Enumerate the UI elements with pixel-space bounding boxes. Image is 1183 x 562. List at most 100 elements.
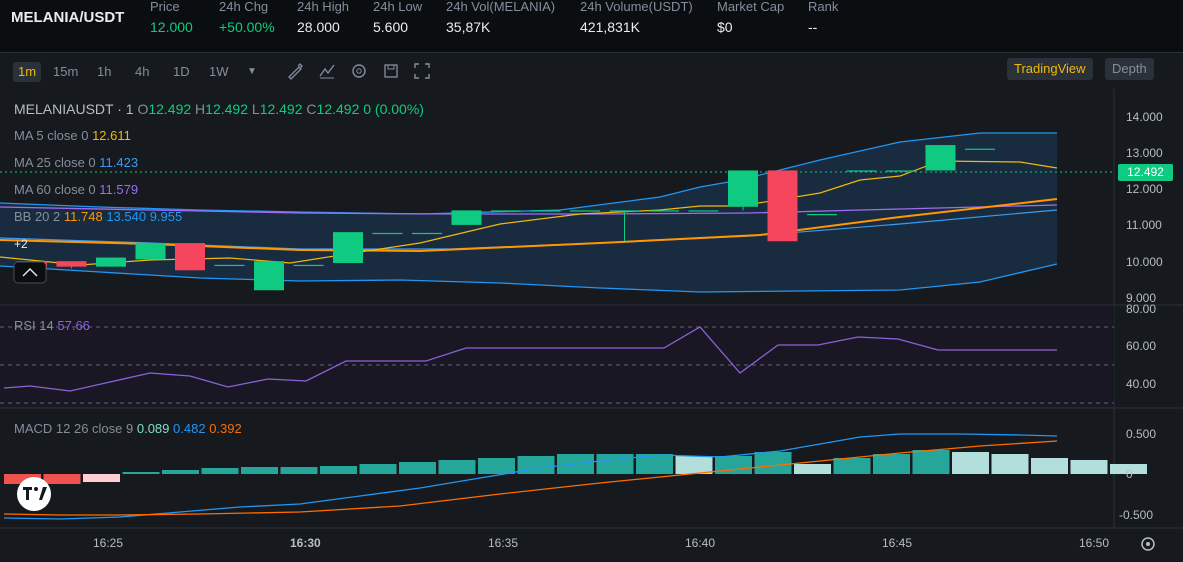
low-value: 12.492	[259, 101, 303, 117]
macd-histogram-bar	[794, 464, 831, 474]
price-axis-tick: 13.000	[1126, 146, 1163, 160]
ma25-value: 11.423	[99, 155, 139, 170]
symbol-interval: MELANIAUSDT · 1	[14, 101, 134, 117]
rsi-axis-tick: 60.00	[1126, 339, 1157, 353]
macd-histogram-bar	[478, 458, 515, 474]
ma5-label: MA 5 close 0	[14, 128, 89, 143]
bollinger-lower-value: 9.955	[149, 209, 183, 224]
open-label: O	[137, 101, 149, 117]
price-axis-tick: 14.000	[1126, 110, 1163, 124]
macd-histogram-bar	[43, 474, 81, 484]
macd-histogram-bar	[991, 454, 1029, 474]
candle-body	[925, 145, 956, 171]
candle-body	[254, 261, 284, 291]
candle-body	[807, 214, 837, 216]
candle-body	[886, 170, 916, 172]
macd-histogram-bar	[83, 474, 120, 482]
macd-histogram-bar	[320, 466, 357, 474]
scroll-up-button[interactable]	[13, 261, 47, 284]
candle-body	[649, 210, 679, 212]
macd-histogram-bar	[873, 454, 910, 474]
bollinger-legend[interactable]: BB 20 2 11.748 13.540 9.955	[14, 209, 182, 224]
macd-label: MACD 12 26 close 9	[14, 421, 134, 436]
collapsed-indicators-badge[interactable]: +2	[14, 237, 28, 251]
macd-axis-tick: -0.500	[1119, 508, 1154, 522]
macd-histogram-bar	[833, 458, 871, 474]
candle-body	[965, 148, 995, 150]
macd-histogram-bar	[912, 450, 950, 474]
candle-body	[214, 264, 245, 267]
ma60-value: 11.579	[99, 182, 139, 197]
current-price-badge: 12.492	[1118, 164, 1173, 181]
macd-histogram-bar	[241, 467, 278, 474]
rsi-axis-tick: 80.00	[1126, 302, 1157, 316]
macd-line-value: 0.482	[173, 421, 206, 436]
macd-histogram-bar	[399, 462, 436, 474]
low-label: L	[251, 101, 260, 117]
ma5-legend[interactable]: MA 5 close 0 12.611	[14, 128, 131, 143]
candle-body	[530, 210, 561, 212]
ma25-label: MA 25 close 0	[14, 155, 96, 170]
candle-body	[96, 257, 126, 267]
ma60-label: MA 60 close 0	[14, 182, 96, 197]
time-axis-tick: 16:30	[290, 536, 321, 550]
change-value: 0 (0.00%)	[363, 101, 424, 117]
candle-body	[333, 232, 363, 264]
macd-histogram-bar	[359, 464, 397, 474]
tradingview-logo	[17, 477, 51, 511]
candle-body	[135, 243, 166, 260]
rsi-legend[interactable]: RSI 14 57.66	[14, 318, 90, 333]
chart-settings-icon[interactable]	[1141, 537, 1155, 551]
rsi-label: RSI 14	[14, 318, 54, 333]
macd-histogram-bar	[952, 452, 989, 474]
ohlc-legend: MELANIAUSDT · 1 O12.492 H12.492 L12.492 …	[14, 101, 424, 117]
rsi-pane	[0, 306, 1114, 407]
candle-body	[767, 170, 798, 242]
candle-body	[293, 264, 324, 267]
candle-body	[451, 210, 482, 225]
candle-body	[728, 170, 758, 207]
candle-body	[609, 210, 640, 212]
price-axis-tick: 11.000	[1126, 218, 1162, 232]
price-axis-tick: 12.000	[1126, 182, 1163, 196]
macd-histogram-bar	[438, 460, 476, 474]
candle-body	[688, 210, 719, 212]
time-axis-tick: 16:50	[1079, 536, 1110, 550]
macd-histogram-bar	[1031, 458, 1068, 474]
macd-line	[3, 433, 1058, 520]
candle-body	[372, 232, 403, 235]
macd-legend[interactable]: MACD 12 26 close 9 0.089 0.482 0.392	[14, 421, 242, 436]
ma5-value: 12.611	[92, 128, 131, 143]
macd-histogram-bar	[201, 468, 239, 474]
macd-histogram-bar	[1070, 460, 1108, 474]
candle-body	[56, 261, 87, 267]
macd-histogram-bar	[754, 452, 792, 474]
candle-body	[570, 210, 600, 212]
bollinger-middle-value: 11.748	[63, 209, 103, 224]
close-value: 12.492	[316, 101, 360, 117]
macd-histogram-bar	[162, 470, 199, 474]
price-axis-tick: 10.000	[1126, 255, 1163, 269]
candle-body	[412, 232, 442, 235]
time-axis-tick: 16:45	[882, 536, 913, 550]
macd-histogram-bar	[675, 456, 713, 474]
candle-body	[491, 210, 521, 212]
open-value: 12.492	[148, 101, 192, 117]
macd-histogram-bar	[280, 467, 318, 474]
macd-histogram	[4, 450, 1147, 484]
price-chart[interactable]	[0, 0, 1183, 562]
macd-signal-value: 0.392	[209, 421, 242, 436]
candle-body	[846, 170, 877, 172]
ma60-legend[interactable]: MA 60 close 0 11.579	[14, 182, 138, 197]
macd-histogram-bar	[122, 472, 160, 474]
time-axis-tick: 16:25	[93, 536, 124, 550]
ma25-legend[interactable]: MA 25 close 0 11.423	[14, 155, 138, 170]
rsi-value: 57.66	[57, 318, 90, 333]
macd-signal-line	[3, 440, 1058, 516]
time-axis-tick: 16:35	[488, 536, 519, 550]
time-axis-tick: 16:40	[685, 536, 716, 550]
macd-histogram-bar	[596, 454, 634, 474]
macd-histogram-value: 0.089	[136, 421, 170, 436]
macd-axis-tick: 0.500	[1126, 427, 1157, 441]
macd-axis-tick: 0	[1126, 467, 1133, 481]
